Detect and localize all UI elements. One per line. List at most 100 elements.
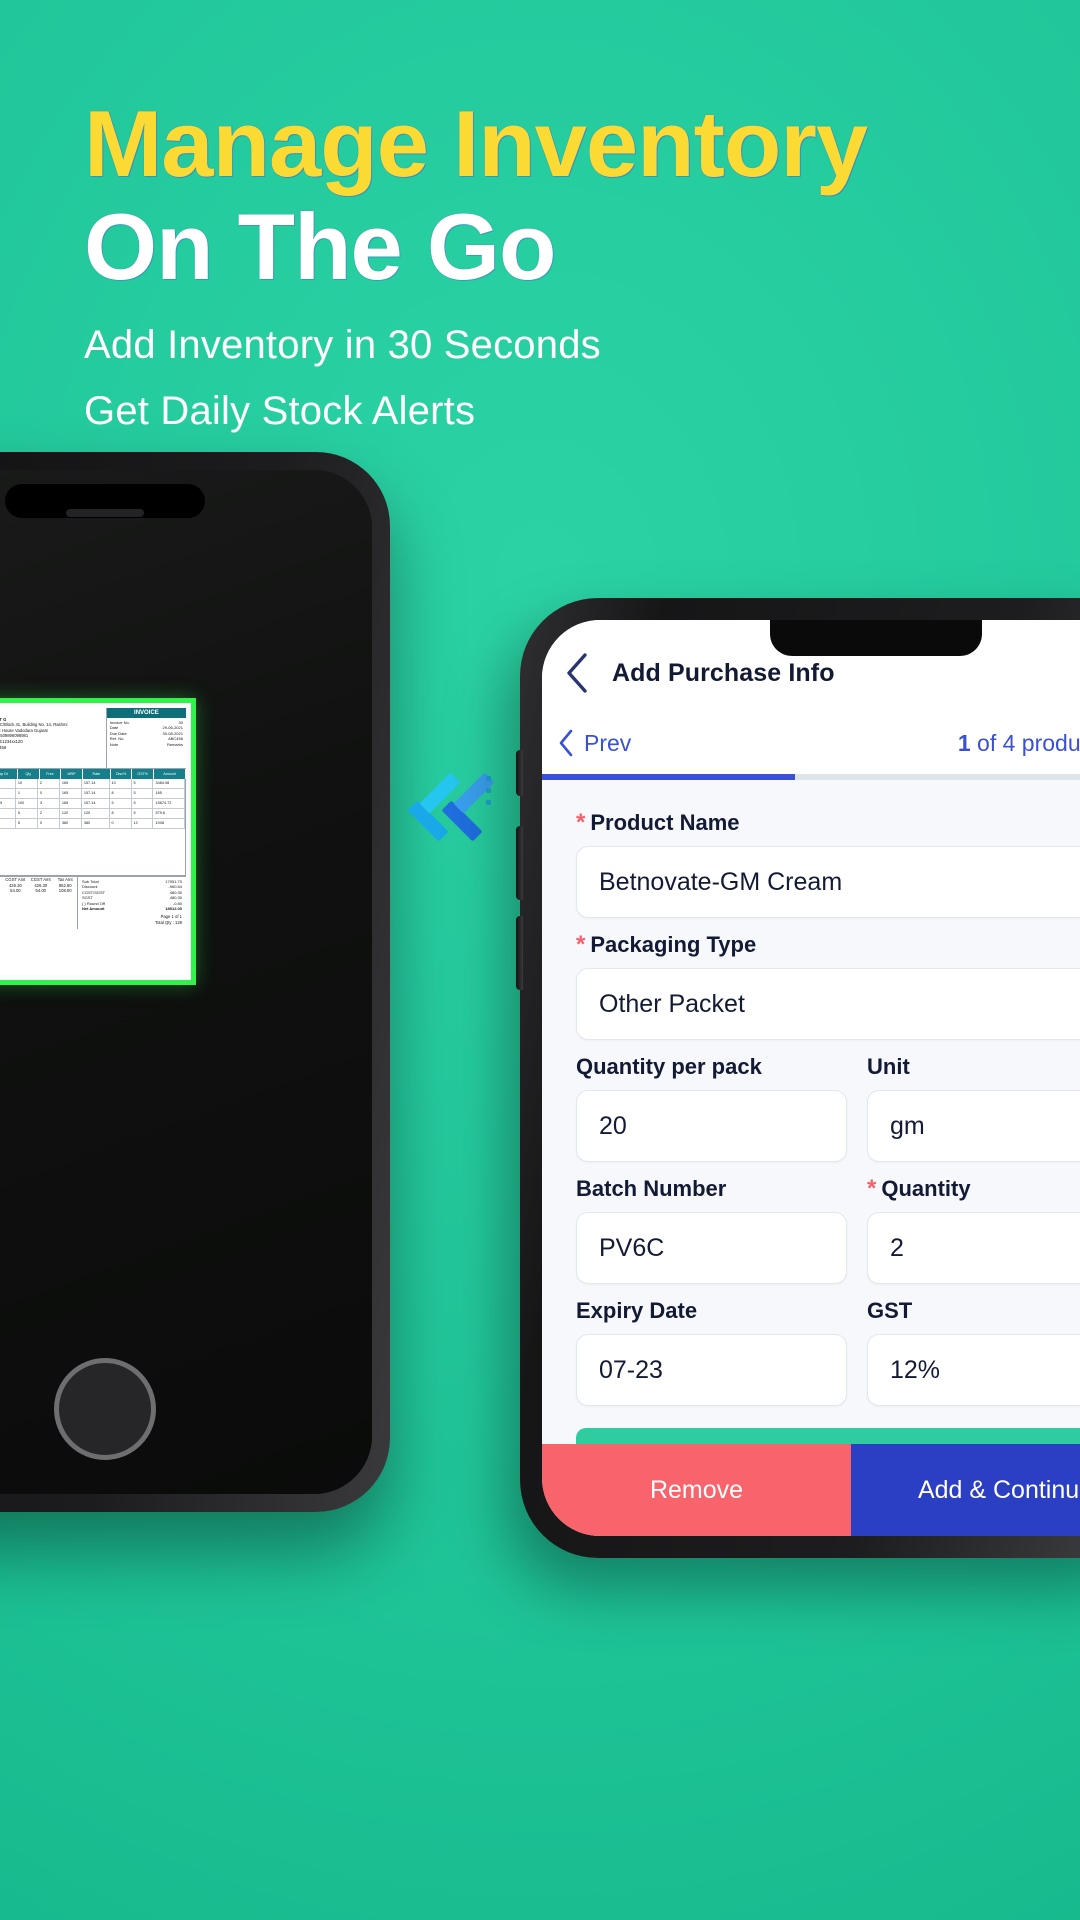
margin-bar[interactable]: Margin — [576, 1428, 1080, 1444]
subheadline-line-2: Get Daily Stock Alerts — [84, 389, 476, 433]
label-text: Quantity per pack — [576, 1054, 762, 1079]
earpiece-speaker-icon — [66, 509, 144, 517]
invoice-badge: INVOICE — [106, 708, 186, 718]
field-label: Batch Number — [576, 1176, 847, 1202]
cell: 5 — [132, 809, 154, 818]
back-button[interactable] — [542, 652, 612, 694]
cell: 8 — [110, 809, 132, 818]
left-phone-mockup: Pharmacy per Mani Ratnam Complex, 555514… — [0, 452, 390, 1512]
page-title: Add Purchase Info — [612, 658, 835, 687]
field-label: Unit — [867, 1054, 1080, 1080]
cell: 0 — [110, 819, 132, 828]
cell — [0, 809, 16, 818]
add-and-continue-button[interactable]: Add & Continue — [851, 1444, 1080, 1536]
promo-headline: Manage Inventory On The Go — [84, 96, 984, 302]
cell: 8 — [110, 789, 132, 798]
invoice-col: Qty — [18, 769, 40, 779]
cell: 1 — [16, 789, 38, 798]
left-phone-screen: Pharmacy per Mani Ratnam Complex, 555514… — [0, 470, 372, 1494]
transition-chevrons-icon — [404, 770, 514, 860]
chevron-left-icon — [559, 729, 573, 757]
margin-section: Margin — [542, 1428, 1080, 1444]
packaging-type-input[interactable]: Other Packet — [576, 968, 1080, 1040]
cell: 108.00 — [58, 888, 72, 894]
total-row-net: Net Amount 18912.00 — [82, 906, 182, 911]
batch-number-input[interactable]: PV6C — [576, 1212, 847, 1284]
invoice-line-items: 678 Betnovate-30 100 ml WS G25488 10 2 1… — [0, 779, 186, 876]
field-gst: GST 12% — [867, 1284, 1080, 1406]
cell: 12 — [132, 819, 154, 828]
invoice-meta-block: INVOICE Invoice No. 30 Date 29-06-2021 Due… — [106, 708, 186, 768]
field-label: * Packaging Type — [576, 932, 1080, 958]
invoice-col: Free — [40, 769, 62, 779]
field-packaging-type: * Packaging Type Other Packet — [542, 932, 1080, 1040]
cell: 5 — [16, 809, 38, 818]
right-phone-notch — [770, 620, 982, 656]
product-pager: Prev 1 of 4 products — [542, 712, 1080, 774]
product-count-total: of 4 products — [977, 729, 1080, 756]
cell: 10 — [16, 779, 38, 788]
cell: 579.6 — [153, 809, 185, 818]
purchase-form: * Product Name Betnovate-GM Cream * Pack… — [542, 780, 1080, 1444]
cell: 2 — [38, 779, 60, 788]
invoice-meta-row: Note Remarks — [110, 742, 183, 747]
label-text: Expiry Date — [576, 1298, 698, 1323]
field-label: GST — [867, 1298, 1080, 1324]
prev-product-button[interactable]: Prev — [558, 729, 631, 757]
gst-input[interactable]: 12% — [867, 1334, 1080, 1406]
quantity-input[interactable]: 2 — [867, 1212, 1080, 1284]
remove-button[interactable]: Remove — [542, 1444, 851, 1536]
cell: 5 — [132, 789, 154, 798]
cell: 0 — [38, 789, 60, 798]
volume-up-button[interactable] — [516, 826, 523, 900]
total-val: 18912.00 — [165, 906, 182, 912]
quantity-per-pack-input[interactable]: 20 — [576, 1090, 847, 1162]
invoice-header: Pharmacy per Mani Ratnam Complex, 555514… — [0, 708, 186, 769]
cell: 5 — [132, 799, 154, 808]
field-batch-number: Batch Number PV6C — [576, 1162, 847, 1284]
invoice-row: 678 Betnovate-30 100 ml WS G25488 10-202… — [0, 799, 185, 809]
invoice-footer: Bank of India 860782555 IFSC Code : SBIN… — [0, 876, 186, 929]
right-phone-screen: Add Purchase Info Prev 1 of 4 products — [542, 620, 1080, 1536]
product-count: 1 of 4 products — [958, 730, 1080, 757]
home-button[interactable] — [54, 1358, 156, 1460]
invoice-col: GST% — [132, 769, 155, 779]
invoice-meta-list: Invoice No. 30 Date 29-06-2021 Due Date 30-… — [107, 718, 186, 749]
cell: 5 — [110, 799, 132, 808]
cell: 15674.72 — [153, 799, 185, 808]
cell: 165 — [153, 789, 185, 798]
unit-input[interactable]: gm — [867, 1090, 1080, 1162]
expiry-date-input[interactable]: 07-23 — [576, 1334, 847, 1406]
promo-stage: Manage Inventory On The Go Add Inventory… — [0, 0, 1080, 1920]
invoice-totals: Sub Total 17951.70 Discount -960.64 CGST/S… — [78, 877, 186, 929]
cell: 165 — [60, 779, 82, 788]
mute-switch[interactable] — [516, 750, 523, 796]
label-text: Product Name — [590, 810, 740, 835]
field-label: Quantity per pack — [576, 1054, 847, 1080]
invoice-signature: For Jopline Pharmacy — [0, 894, 77, 907]
invoice-tax-summary: GST % Taxable Amt CGST Amt CGST Amt Tax … — [0, 877, 78, 929]
field-quantity: * Quantity 2 — [867, 1162, 1080, 1284]
invoice-table-head: Sr. Description Pack Mfr Batch No. Exp D… — [0, 769, 186, 779]
volume-down-button[interactable] — [516, 916, 523, 990]
invoice-buyer-block: Buyer's Detail DR. VIJAY BHAI T G Viral … — [0, 708, 107, 768]
invoice-row: 678 Betacorona-50 100 ml WS 40052 5 2 12… — [0, 809, 185, 819]
headline-line-1: Manage Inventory — [84, 91, 868, 196]
product-name-input[interactable]: Betnovate-GM Cream — [576, 846, 1080, 918]
add-purchase-info-app: Add Purchase Info Prev 1 of 4 products — [542, 620, 1080, 1536]
invoice-meta-key: Note — [109, 741, 119, 747]
field-expiry-date: Expiry Date 07-23 — [576, 1284, 847, 1406]
cell: 120 — [82, 809, 110, 818]
row-expiry-gst: Expiry Date 07-23 GST 12% — [542, 1284, 1080, 1406]
cell: 157.14 — [82, 799, 110, 808]
cell: 380 — [60, 819, 82, 828]
cell: 2 — [38, 809, 60, 818]
invoice-col: Rate — [83, 769, 111, 779]
cell: 380 — [82, 819, 110, 828]
label-text: Quantity — [881, 1176, 971, 1201]
product-count-current: 1 — [957, 729, 971, 756]
field-product-name: * Product Name Betnovate-GM Cream — [542, 810, 1080, 918]
cell: 54.00 — [35, 888, 46, 894]
action-bar: Remove Add & Continue — [542, 1444, 1080, 1536]
invoice-col: Disc% — [111, 769, 133, 779]
